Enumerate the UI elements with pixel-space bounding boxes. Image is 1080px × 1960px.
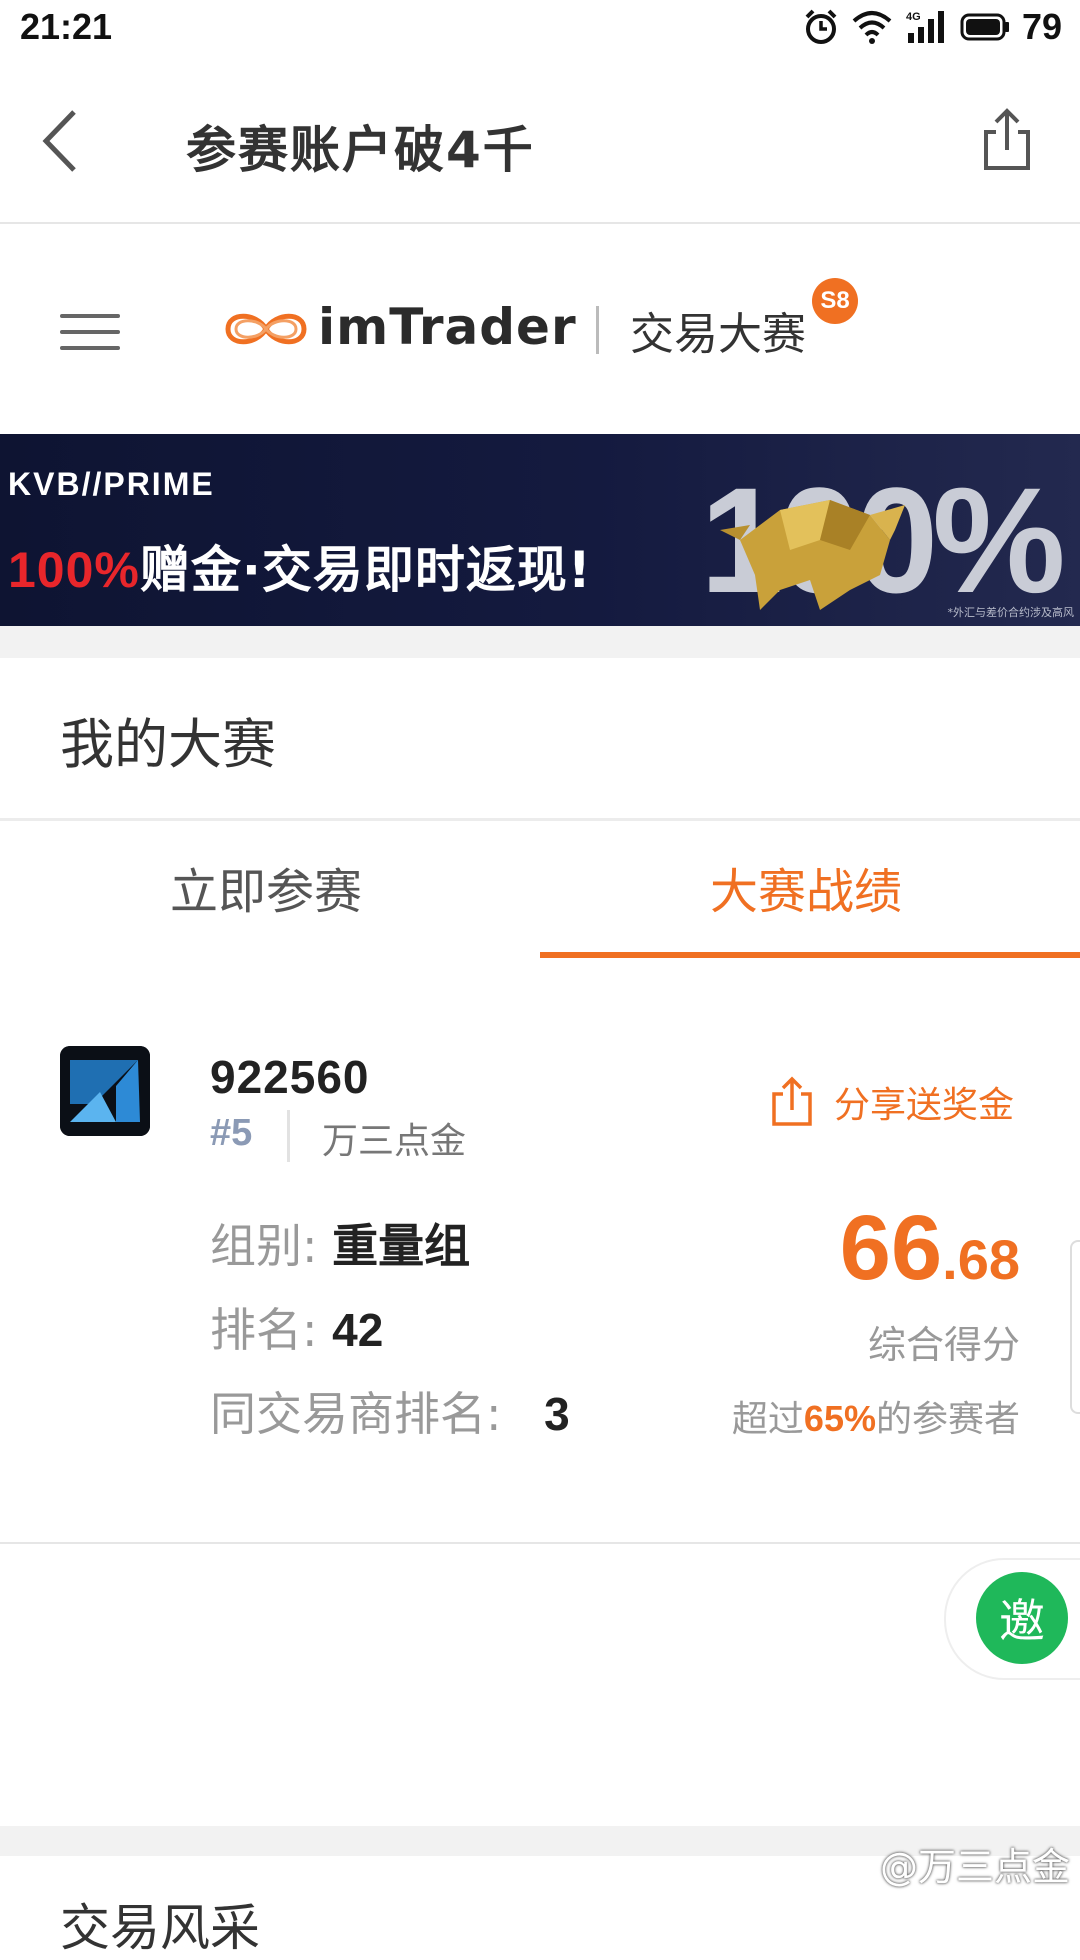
account-rank-tag: #5 [210,1112,253,1154]
banner-slogan: 100%赠金·交易即时返现! [8,530,592,602]
banner-slogan-text: 赠金·交易即时返现! [139,541,592,599]
section-title: 我的大赛 [60,713,276,776]
active-tab-indicator [540,952,1080,958]
broker-rank-value: 3 [544,1388,570,1440]
gold-bull-icon [720,500,905,610]
score-label: 综合得分 [867,1323,1020,1367]
watermark: @万三点金 [879,1845,1070,1889]
tab-contest-results[interactable]: 大赛战绩 [710,852,902,922]
broker-rank-label: 同交易商排名: [210,1387,502,1441]
account-name: 万三点金 [322,1121,467,1162]
page-title: 参赛账户破4千 [186,121,535,179]
score-integer: 66 [839,1197,943,1299]
battery-level: 79 [1021,6,1062,47]
logo-divider [596,306,599,354]
share-bonus-button[interactable]: 分享送奖金 [770,1076,1014,1128]
status-time: 21:21 [20,6,113,47]
next-section-title: 交易风采 [60,1899,260,1957]
exceed-percent: 65% [803,1398,876,1439]
alarm-icon [805,9,837,44]
share-bonus-label: 分享送奖金 [834,1085,1015,1126]
exceed-suffix: 的参赛者 [875,1399,1020,1440]
banner-brand: KVB//PRIME [8,466,215,502]
invite-button[interactable]: 邀 [976,1572,1068,1664]
exceed-text: 超过65%的参赛者 [732,1390,1020,1442]
banner-disclaimer: *外汇与差价合约涉及高风 [947,606,1075,619]
battery-icon [960,13,1009,41]
broker-avatar [60,1046,150,1136]
ranking-row: 排名: 42 [210,1294,383,1360]
infinity-logo-icon [225,313,307,345]
share-icon[interactable] [980,108,1034,172]
promo-banner[interactable]: KVB//PRIME 100%赠金·交易即时返现! 100% *外汇与差价合约涉… [0,434,1080,626]
brand-logo-text: imTrader [318,298,577,356]
divider [0,818,1080,821]
svg-text:4G: 4G [906,11,921,23]
back-arrow-icon[interactable] [36,106,96,176]
broker-rank-row: 同交易商排名: 3 [210,1378,570,1444]
group-value: 重量组 [332,1219,471,1273]
ranking-label: 排名: [210,1303,318,1357]
side-pull-tab[interactable] [1070,1240,1080,1414]
nav-bar: 参赛账户破4千 [0,62,1080,224]
tab-join-contest[interactable]: 立即参赛 [170,852,362,922]
account-divider [287,1110,290,1162]
score-decimal: .68 [942,1228,1020,1291]
status-bar: 21:21 4G 79 [0,0,1080,62]
wifi-icon [852,11,892,44]
menu-icon[interactable] [60,314,120,350]
section-gap [0,626,1080,658]
group-label: 组别: [210,1219,318,1273]
group-row: 组别: 重量组 [210,1210,470,1276]
ranking-value: 42 [332,1304,384,1356]
invite-float: 邀 [944,1558,1080,1680]
broker-logo-icon [60,1046,150,1136]
exceed-prefix: 超过 [731,1399,804,1440]
divider [0,1542,1080,1544]
account-id: 922560 [210,1051,370,1103]
brand-bar: imTrader 交易大赛 S8 [0,224,1080,434]
signal-icon: 4G [906,11,944,43]
composite-score: 66.68 [840,1196,1020,1301]
season-badge: S8 [812,278,858,324]
brand-subtitle: 交易大赛 [630,309,806,360]
status-icons: 4G 79 [802,6,1062,48]
share-icon [772,1076,812,1126]
banner-percent: 100% [8,542,140,598]
